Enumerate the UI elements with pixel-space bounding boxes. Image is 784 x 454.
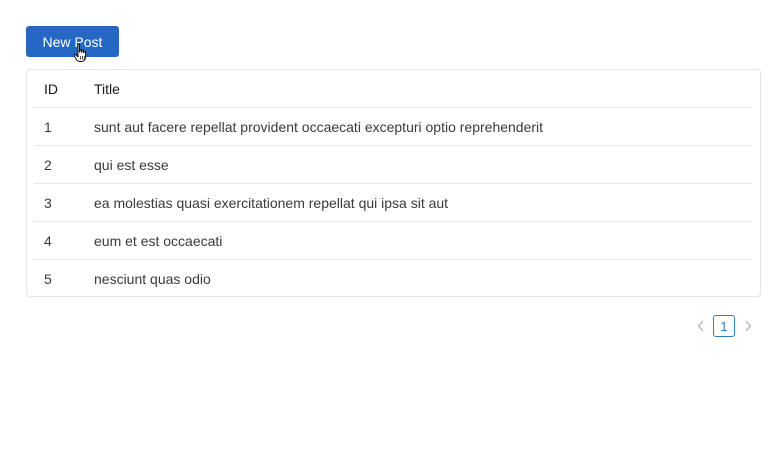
cell-id: 2: [34, 145, 94, 184]
cell-title: qui est esse: [94, 145, 752, 184]
cell-title: ea molestias quasi exercitationem repell…: [94, 183, 752, 222]
new-post-button[interactable]: New Post: [26, 26, 119, 57]
chevron-left-icon[interactable]: [694, 315, 707, 337]
cell-title: eum et est occaecati: [94, 221, 752, 260]
posts-table: ID Title 1 sunt aut facere repellat prov…: [34, 70, 752, 297]
column-header-id[interactable]: ID: [34, 70, 94, 108]
cell-title: nesciunt quas odio: [94, 270, 211, 287]
page-number-current[interactable]: 1: [713, 315, 735, 337]
cell-id: 3: [34, 183, 94, 222]
table-row[interactable]: 4 eum et est occaecati: [34, 221, 752, 260]
chevron-right-icon[interactable]: [741, 315, 754, 337]
table-row[interactable]: 2 qui est esse: [34, 145, 752, 184]
cell-id: 1: [34, 107, 94, 146]
cell-id: 5: [44, 270, 52, 287]
pagination: 1: [694, 315, 754, 337]
column-header-title[interactable]: Title: [94, 70, 752, 108]
cell-title: sunt aut facere repellat provident occae…: [94, 107, 752, 146]
table-row[interactable]: 5 nesciunt quas odio: [34, 260, 752, 298]
cell-id: 4: [34, 221, 94, 260]
table-header-row: ID Title: [34, 70, 752, 108]
posts-table-card: ID Title 1 sunt aut facere repellat prov…: [26, 69, 761, 297]
table-row[interactable]: 3 ea molestias quasi exercitationem repe…: [34, 183, 752, 222]
table-row[interactable]: 1 sunt aut facere repellat provident occ…: [34, 107, 752, 146]
